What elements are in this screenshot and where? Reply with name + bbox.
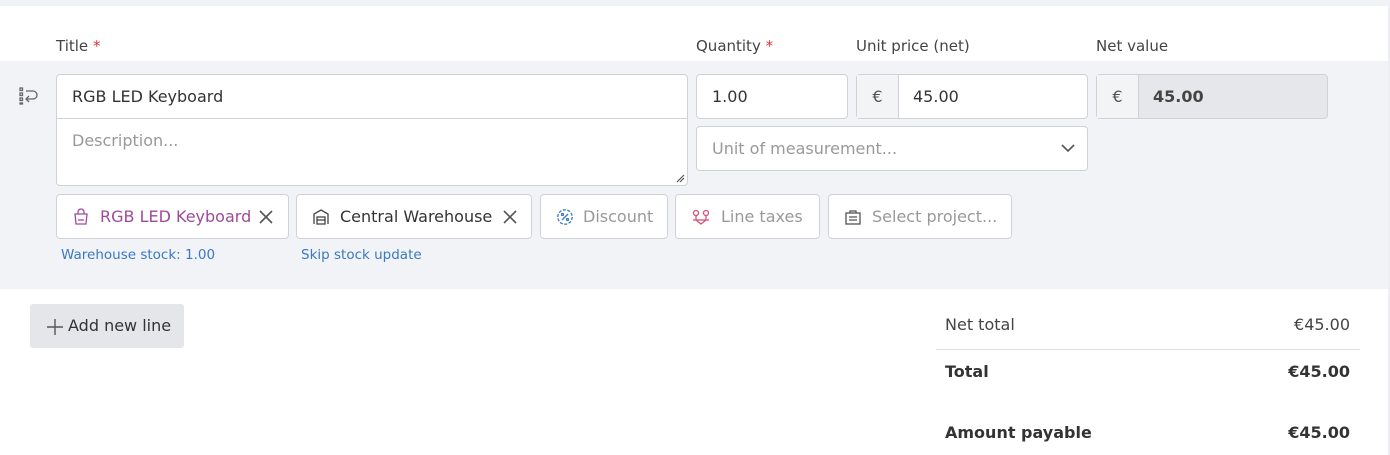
quantity-header: Quantity * [696, 37, 774, 55]
currency-addon: € [857, 75, 899, 118]
line-taxes-button[interactable]: Line taxes [675, 194, 820, 239]
add-new-line-label: Add new line [68, 316, 172, 335]
select-project-button[interactable]: Select project... [828, 194, 1012, 239]
unit-price-value: 45.00 [913, 87, 959, 106]
plus-icon [47, 319, 63, 335]
add-new-line-button[interactable]: Add new line [30, 304, 184, 348]
net-value-field: € 45.00 [1096, 74, 1328, 119]
description-placeholder: Description... [72, 131, 179, 150]
discount-button[interactable]: Discount [540, 194, 668, 239]
remove-warehouse-close-icon[interactable] [503, 210, 517, 224]
unit-placeholder: Unit of measurement... [712, 139, 898, 158]
net-total-value: €45.00 [1294, 315, 1350, 334]
unit-price-header: Unit price (net) [856, 37, 970, 55]
resize-grip-icon[interactable] [675, 173, 685, 183]
net-total-label: Net total [945, 315, 1015, 334]
net-value-amount: 45.00 [1153, 87, 1204, 106]
line-taxes-label: Line taxes [721, 207, 803, 226]
briefcase-icon [845, 210, 861, 225]
description-textarea[interactable]: Description... [56, 118, 688, 186]
skip-stock-update-link[interactable]: Skip stock update [301, 247, 422, 263]
discount-label: Discount [583, 207, 654, 226]
quantity-value: 1.00 [712, 87, 748, 106]
unit-price-field[interactable]: € 45.00 [856, 74, 1088, 119]
title-input[interactable]: RGB LED Keyboard [56, 74, 688, 119]
warehouse-chip-label: Central Warehouse [340, 207, 493, 226]
product-chip[interactable]: RGB LED Keyboard [56, 194, 289, 239]
quantity-input[interactable]: 1.00 [696, 74, 848, 119]
remove-product-close-icon[interactable] [259, 210, 273, 224]
warehouse-chip[interactable]: Central Warehouse [296, 194, 532, 239]
reorder-handle-icon[interactable] [18, 85, 40, 107]
warehouse-icon [313, 209, 329, 225]
top-band [0, 0, 1390, 6]
taxes-icon [692, 209, 710, 225]
select-project-label: Select project... [872, 207, 998, 226]
product-bag-icon [74, 208, 88, 225]
summary-divider [936, 349, 1360, 350]
title-header: Title * [56, 37, 101, 55]
chevron-down-icon [1061, 144, 1075, 153]
discount-percent-icon [557, 209, 573, 225]
title-input-value: RGB LED Keyboard [72, 87, 224, 106]
total-label: Total [945, 362, 989, 381]
amount-payable-label: Amount payable [945, 423, 1092, 442]
unit-of-measurement-select[interactable]: Unit of measurement... [696, 126, 1088, 171]
total-value: €45.00 [1288, 362, 1350, 381]
net-value-header: Net value [1096, 37, 1169, 55]
amount-payable-value: €45.00 [1288, 423, 1350, 442]
product-chip-label: RGB LED Keyboard [100, 207, 252, 226]
net-currency-addon: € [1097, 75, 1139, 118]
warehouse-stock-text: Warehouse stock: 1.00 [61, 247, 216, 263]
